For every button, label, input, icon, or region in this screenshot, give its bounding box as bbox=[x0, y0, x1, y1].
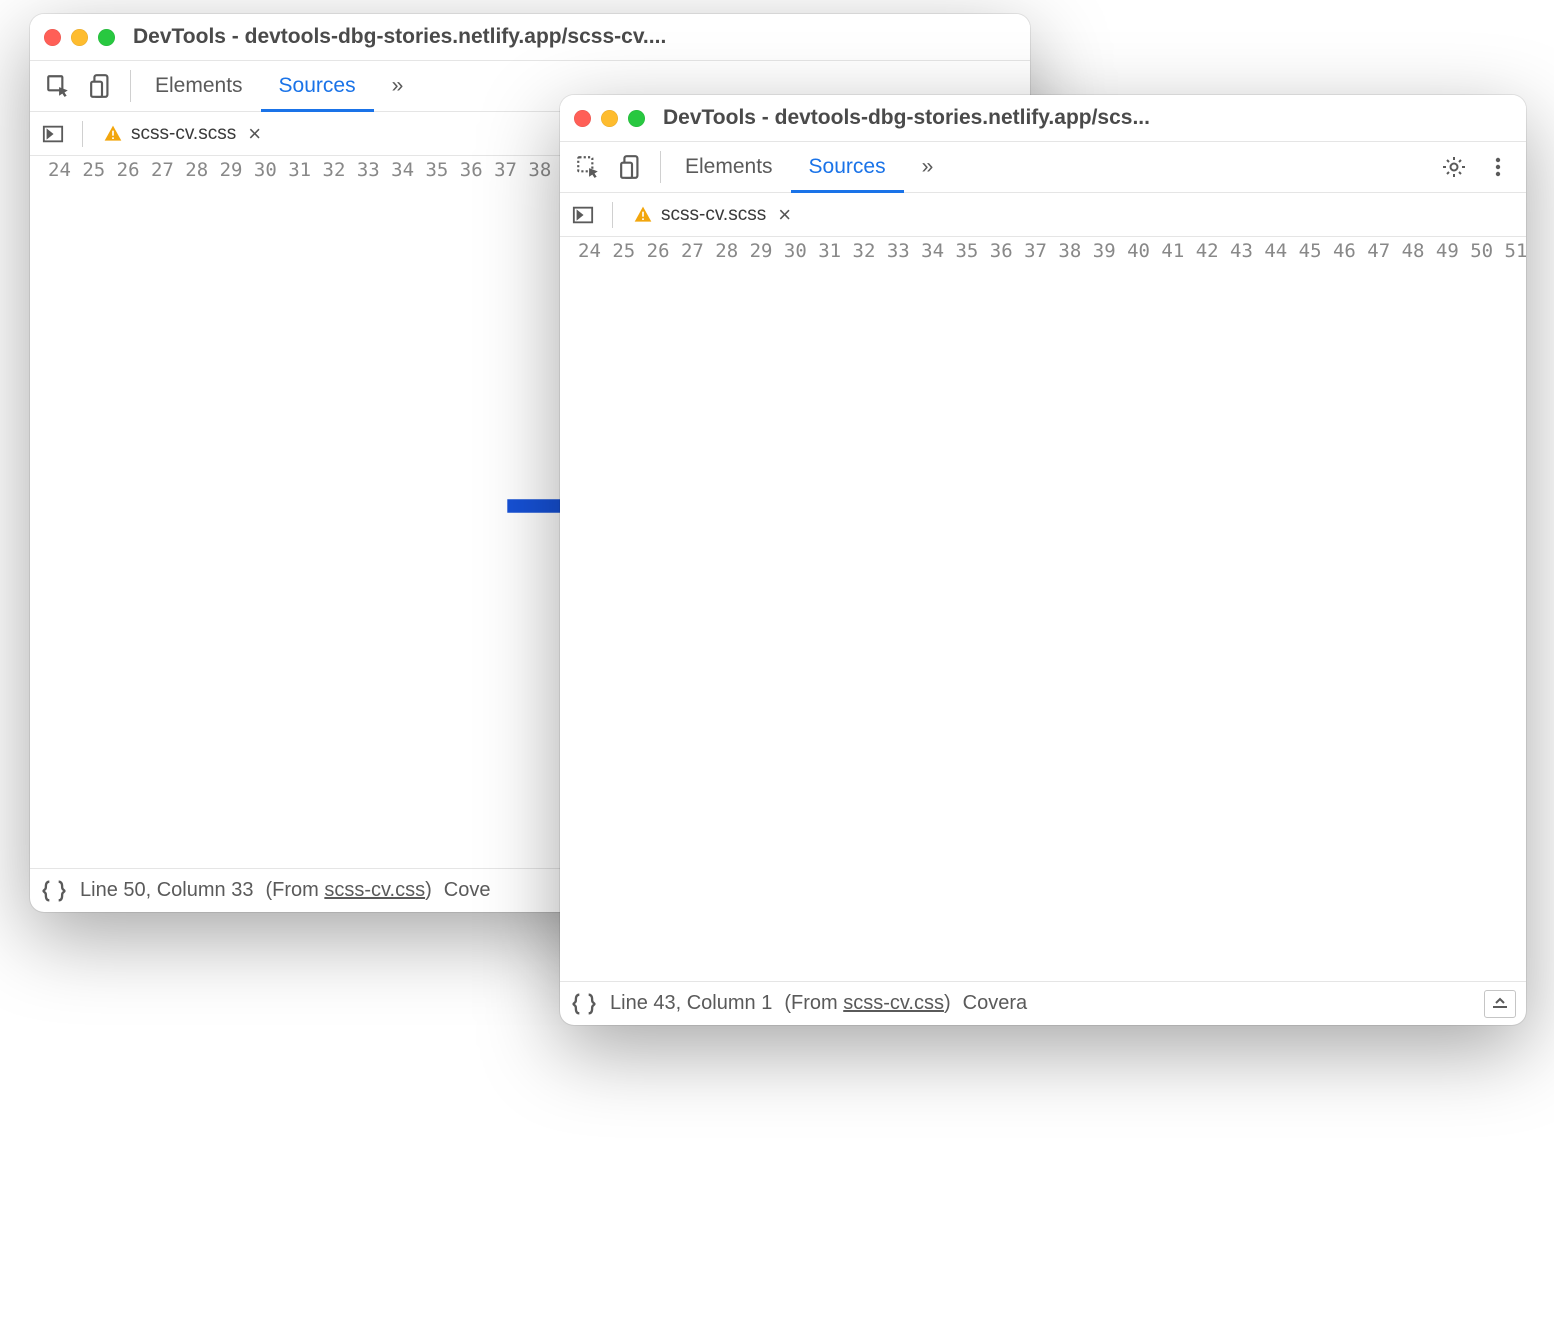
close-tab-icon[interactable]: × bbox=[244, 121, 265, 147]
maximize-button[interactable] bbox=[98, 29, 115, 46]
separator bbox=[82, 121, 83, 147]
file-tab[interactable]: scss-cv.scss × bbox=[93, 121, 275, 147]
close-button[interactable] bbox=[574, 110, 591, 127]
inspect-icon[interactable] bbox=[566, 141, 610, 193]
tab-more[interactable]: » bbox=[374, 60, 422, 112]
navigator-toggle-icon[interactable] bbox=[564, 193, 602, 237]
from-file: (From scss-cv.css) bbox=[265, 879, 431, 902]
from-file: (From scss-cv.css) bbox=[784, 992, 950, 1015]
source-map-link[interactable]: scss-cv.css bbox=[324, 879, 425, 901]
tab-sources[interactable]: Sources bbox=[791, 141, 904, 193]
window-title: DevTools - devtools-dbg-stories.netlify.… bbox=[133, 25, 666, 49]
close-button[interactable] bbox=[44, 29, 61, 46]
file-tab[interactable]: scss-cv.scss × bbox=[623, 202, 805, 228]
file-name: scss-cv.scss bbox=[661, 204, 766, 226]
drawer-toggle-icon[interactable] bbox=[1484, 990, 1516, 1018]
code-editor[interactable]: 24 25 26 27 28 29 30 31 32 33 34 35 36 3… bbox=[560, 237, 1526, 981]
coverage-label[interactable]: Cove bbox=[444, 879, 491, 902]
minimize-button[interactable] bbox=[601, 110, 618, 127]
device-toggle-icon[interactable] bbox=[80, 60, 124, 112]
kebab-menu-icon[interactable] bbox=[1476, 141, 1520, 193]
cursor-position: Line 50, Column 33 bbox=[80, 879, 253, 902]
gear-icon[interactable] bbox=[1432, 141, 1476, 193]
braces-icon[interactable] bbox=[570, 993, 598, 1015]
braces-icon[interactable] bbox=[40, 880, 68, 902]
separator bbox=[612, 202, 613, 228]
separator bbox=[130, 70, 131, 102]
file-tab-bar: scss-cv.scss × bbox=[560, 193, 1526, 237]
tab-more[interactable]: » bbox=[904, 141, 952, 193]
devtools-window-right: DevTools - devtools-dbg-stories.netlify.… bbox=[560, 95, 1526, 1025]
window-title: DevTools - devtools-dbg-stories.netlify.… bbox=[663, 106, 1150, 130]
device-toggle-icon[interactable] bbox=[610, 141, 654, 193]
coverage-label[interactable]: Covera bbox=[963, 992, 1027, 1015]
navigator-toggle-icon[interactable] bbox=[34, 112, 72, 156]
maximize-button[interactable] bbox=[628, 110, 645, 127]
titlebar[interactable]: DevTools - devtools-dbg-stories.netlify.… bbox=[30, 14, 1030, 60]
cursor-position: Line 43, Column 1 bbox=[610, 992, 772, 1015]
separator bbox=[660, 151, 661, 183]
warning-icon bbox=[633, 205, 653, 225]
main-toolbar: Elements Sources » bbox=[560, 141, 1526, 193]
tab-elements[interactable]: Elements bbox=[667, 141, 791, 193]
status-bar: Line 43, Column 1 (From scss-cv.css) Cov… bbox=[560, 981, 1526, 1025]
line-number-gutter: 24 25 26 27 28 29 30 31 32 33 34 35 36 3… bbox=[560, 237, 1526, 981]
tab-sources[interactable]: Sources bbox=[261, 60, 374, 112]
tab-elements[interactable]: Elements bbox=[137, 60, 261, 112]
inspect-icon[interactable] bbox=[36, 60, 80, 112]
close-tab-icon[interactable]: × bbox=[774, 202, 795, 228]
source-map-link[interactable]: scss-cv.css bbox=[843, 992, 944, 1014]
warning-icon bbox=[103, 124, 123, 144]
file-name: scss-cv.scss bbox=[131, 123, 236, 145]
minimize-button[interactable] bbox=[71, 29, 88, 46]
titlebar[interactable]: DevTools - devtools-dbg-stories.netlify.… bbox=[560, 95, 1526, 141]
